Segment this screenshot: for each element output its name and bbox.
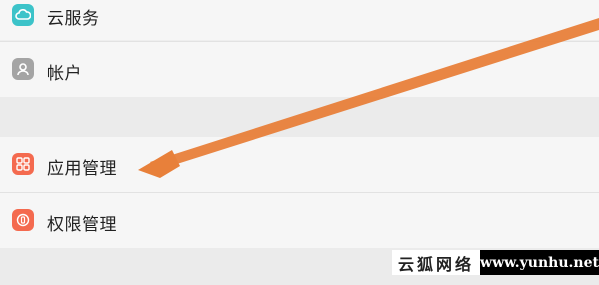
app-management-icon (12, 153, 34, 175)
settings-row-account[interactable]: 帐户 (0, 42, 599, 97)
settings-row-label: 应用管理 (47, 159, 117, 179)
settings-row-label: 云服务 (47, 9, 100, 29)
watermark-url: www.yunhu.net (480, 250, 599, 275)
settings-row-cloud-service[interactable]: 云服务 (0, 0, 599, 40)
cloud-icon (12, 4, 34, 26)
section-gap (0, 97, 599, 137)
settings-row-label: 帐户 (47, 64, 82, 84)
watermark: 云狐网络 www.yunhu.net (392, 250, 599, 275)
watermark-brand: 云狐网络 (392, 250, 480, 275)
settings-row-app-management[interactable]: 应用管理 (0, 137, 599, 192)
permission-management-icon (12, 209, 34, 231)
account-icon (12, 58, 34, 80)
settings-row-permission-management[interactable]: 权限管理 (0, 193, 599, 248)
settings-row-label: 权限管理 (47, 215, 117, 235)
